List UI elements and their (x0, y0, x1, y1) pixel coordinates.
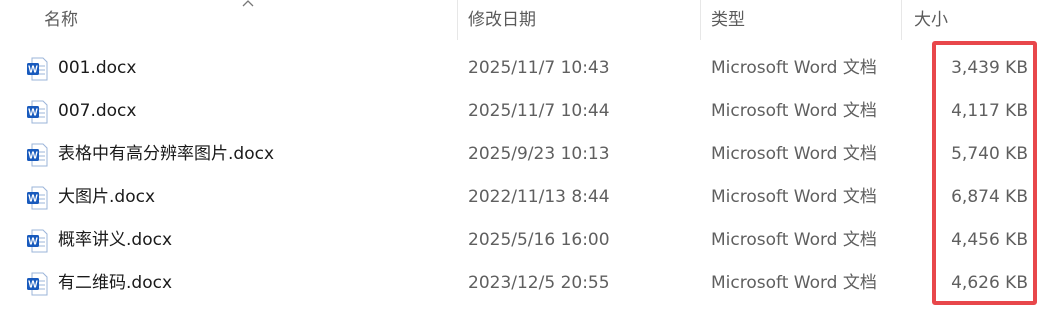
file-type: Microsoft Word 文档 (711, 187, 877, 207)
file-size: 6,874 KB (951, 187, 1028, 207)
word-document-icon: W (26, 47, 50, 90)
file-type: Microsoft Word 文档 (711, 58, 877, 78)
svg-text:W: W (28, 194, 38, 205)
file-modified-date: 2025/9/23 10:13 (468, 144, 610, 164)
word-document-icon: W (26, 219, 50, 262)
word-document-icon: W (26, 90, 50, 133)
file-name: 表格中有高分辨率图片.docx (58, 144, 275, 164)
column-header-type[interactable]: 类型 (700, 0, 901, 42)
file-row[interactable]: W 001.docx 2025/11/7 10:43 Microsoft Word 文… (0, 47, 1053, 90)
svg-text:W: W (28, 108, 38, 119)
file-name: 001.docx (58, 58, 137, 78)
file-modified-date: 2025/11/7 10:44 (468, 101, 610, 121)
word-document-icon: W (26, 133, 50, 176)
column-header-date[interactable]: 修改日期 (457, 0, 700, 42)
word-document-icon: W (26, 262, 50, 305)
svg-text:W: W (28, 65, 38, 76)
file-modified-date: 2025/11/7 10:43 (468, 58, 610, 78)
file-name: 有二维码.docx (58, 273, 173, 293)
column-header-name[interactable]: 名称 (0, 0, 457, 42)
file-type: Microsoft Word 文档 (711, 230, 877, 250)
column-header-row: 名称 修改日期 类型 大小 (0, 0, 1053, 42)
file-row[interactable]: W 有二维码.docx 2023/12/5 20:55 Microsoft Word … (0, 262, 1053, 305)
svg-text:W: W (28, 237, 38, 248)
file-size: 4,456 KB (951, 230, 1028, 250)
file-row[interactable]: W 概率讲义.docx 2025/5/16 16:00 Microsoft Word … (0, 219, 1053, 262)
file-list: W 001.docx 2025/11/7 10:43 Microsoft Word 文… (0, 47, 1053, 305)
word-document-icon: W (26, 176, 50, 219)
file-modified-date: 2023/12/5 20:55 (468, 273, 610, 293)
file-size: 3,439 KB (951, 58, 1028, 78)
svg-text:W: W (28, 151, 38, 162)
column-header-size[interactable]: 大小 (901, 0, 1053, 42)
file-type: Microsoft Word 文档 (711, 273, 877, 293)
file-row[interactable]: W 007.docx 2025/11/7 10:44 Microsoft Word 文… (0, 90, 1053, 133)
svg-text:W: W (28, 280, 38, 291)
file-row[interactable]: W 大图片.docx 2022/11/13 8:44 Microsoft Word 文… (0, 176, 1053, 219)
file-type: Microsoft Word 文档 (711, 144, 877, 164)
file-name: 概率讲义.docx (58, 230, 173, 250)
file-modified-date: 2025/5/16 16:00 (468, 230, 610, 250)
file-name: 007.docx (58, 101, 137, 121)
file-modified-date: 2022/11/13 8:44 (468, 187, 610, 207)
file-name: 大图片.docx (58, 187, 156, 207)
file-size: 4,117 KB (951, 101, 1028, 121)
file-type: Microsoft Word 文档 (711, 101, 877, 121)
file-row[interactable]: W 表格中有高分辨率图片.docx 2025/9/23 10:13 Microsoft… (0, 133, 1053, 176)
file-size: 4,626 KB (951, 273, 1028, 293)
file-size: 5,740 KB (951, 144, 1028, 164)
sort-ascending-icon (242, 0, 254, 7)
